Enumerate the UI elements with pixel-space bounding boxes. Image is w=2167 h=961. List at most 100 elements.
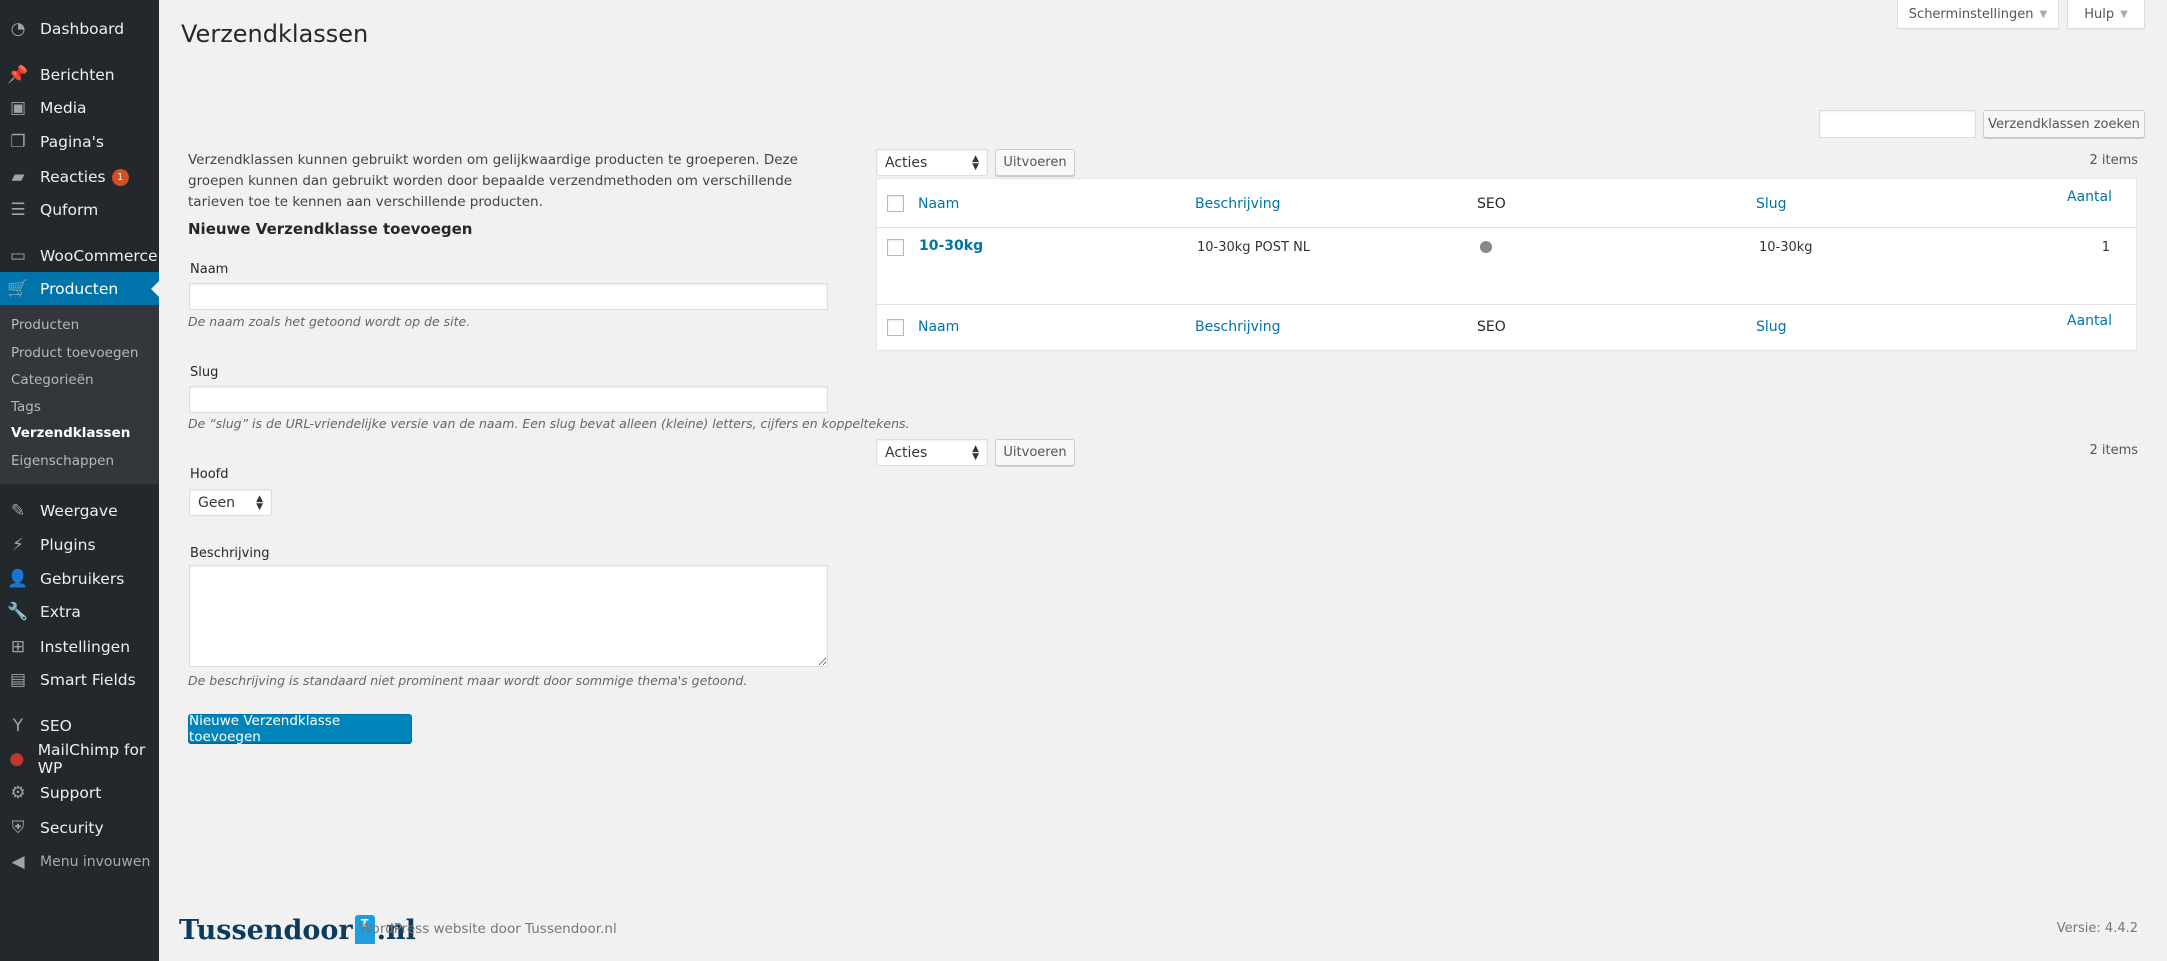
select-arrows-icon: ▲ ▼ [972,443,979,462]
submenu-item-product-toevoegen[interactable]: Product toevoegen [11,345,138,361]
cart-icon: 🛒 [7,278,29,299]
form-heading: Nieuwe Verzendklasse toevoegen [188,220,473,238]
row-description: 10-30kg POST NL [1197,240,1311,255]
sidebar-item-label: Gebruikers [40,570,125,588]
sidebar-item-smart-fields[interactable]: ▤ Smart Fields [0,663,159,697]
sidebar-item-quform[interactable]: ☰ Quform [0,193,159,227]
apply-button-top[interactable]: Uitvoeren [995,149,1075,176]
submenu-item-tags[interactable]: Tags [11,399,41,415]
slug-input[interactable] [189,386,828,413]
search-input[interactable] [1819,110,1976,138]
page-title: Verzendklassen [181,20,369,48]
sidebar-item-plugins[interactable]: ⚡ Plugins [0,528,159,562]
submenu-item-eigenschappen[interactable]: Eigenschappen [11,453,114,469]
sidebar-item-label: WooCommerce [40,247,158,265]
collapse-arrow-icon: ◀ [11,852,25,872]
collapse-menu-button[interactable]: ◀ Menu invouwen [0,845,159,879]
submenu-item-producten[interactable]: Producten [11,317,79,333]
screen-options-button[interactable]: Scherminstellingen ▼ [1897,0,2059,29]
apply-button-bottom[interactable]: Uitvoeren [995,439,1075,466]
sidebar-item-berichten[interactable]: 📌 Berichten [0,58,159,92]
plug-icon: ⚡ [12,535,24,555]
sidebar-item-label: SEO [40,717,72,735]
sidebar-item-gebruikers[interactable]: 👤 Gebruikers [0,562,159,596]
help-button[interactable]: Hulp ▼ [2067,0,2145,29]
select-all-checkbox[interactable] [887,195,904,212]
shield-icon: ⛨ [11,818,25,838]
sidebar-item-media[interactable]: ▣ Media [0,91,159,125]
sidebar-item-producten[interactable]: 🛒 Producten [0,272,159,305]
sidebar-item-pagina-s[interactable]: ❐ Pagina's [0,125,159,159]
sidebar-item-mailchimp-for-wp[interactable]: ● MailChimp for WP [0,741,159,777]
footer-credit[interactable]: WordPress website door Tussendoor.nl [359,921,617,937]
sidebar-item-label: Producten [40,279,119,298]
media-icon: ▣ [9,98,27,118]
description-label: Beschrijving [190,546,270,561]
sidebar-item-label: Reacties [40,168,106,186]
sidebar-item-label: Media [40,99,87,117]
sidebar-item-security[interactable]: ⛨ Security [0,811,159,845]
sidebar-item-label: Security [40,819,104,837]
caret-down-icon: ▼ [2120,8,2128,20]
sidebar-item-woocommerce[interactable]: ▭ WooCommerce [0,239,159,273]
sidebar-item-instellingen[interactable]: ⊞ Instellingen [0,630,159,664]
sidebar-item-label: MailChimp for WP [37,741,146,777]
row-name-link[interactable]: 10-30kg [919,238,983,254]
sidebar-item-extra[interactable]: 🔧 Extra [0,595,159,629]
row-count[interactable]: 1 [2102,240,2110,255]
column-slug[interactable]: Slug [1756,196,1787,212]
shipping-classes-table: Naam Beschrijving SEO Slug Aantal 10-30k… [876,178,2137,351]
wrench-icon: 🔧 [7,602,29,622]
select-all-checkbox-bottom[interactable] [887,319,904,336]
admin-sidebar: ◔ Dashboard 📌 Berichten ▣ Media ❐ Pagina's ▰ Reac… [0,0,159,961]
logo-text: Tussendoor [179,915,353,946]
sidebar-item-label: Berichten [40,66,115,84]
column-aantal-bottom[interactable]: Aantal [2067,313,2112,329]
parent-select[interactable]: Geen ▲ ▼ [189,489,272,516]
brush-icon: ✎ [10,501,26,521]
sidebar-item-weergave[interactable]: ✎ Weergave [0,494,159,528]
add-shipping-class-button[interactable]: Nieuwe Verzendklasse toevoegen [188,713,412,745]
comment-icon: ▰ [11,167,25,187]
sidebar-item-label: Weergave [40,502,118,520]
woo-icon: ▭ [9,246,27,266]
sidebar-item-label: Instellingen [40,638,131,656]
sidebar-item-label: Extra [40,603,81,621]
intro-text: Verzendklassen kunnen gebruikt worden om… [188,152,798,210]
yoast-icon: Y [12,716,24,736]
settings-icon: ⊞ [10,637,26,657]
bulk-action-select-bottom[interactable]: Acties ▲ ▼ [876,439,988,466]
sidebar-item-label: Pagina's [40,133,104,151]
sidebar-item-label: Support [40,784,102,802]
sidebar-item-seo[interactable]: Y SEO [0,709,159,743]
column-naam-bottom[interactable]: Naam [918,319,959,335]
slug-help: De “slug” is de URL-vriendelijke versie … [188,416,910,431]
row-checkbox[interactable] [887,239,904,256]
sidebar-item-support[interactable]: ⚙ Support [0,776,159,810]
sidebar-item-label: Smart Fields [40,671,136,689]
form-icon: ☰ [10,200,26,220]
column-beschrijving-bottom[interactable]: Beschrijving [1195,319,1281,335]
column-naam[interactable]: Naam [918,196,959,212]
sidebar-item-dashboard[interactable]: ◔ Dashboard [0,12,159,46]
submenu-item-verzendklassen[interactable]: Verzendklassen [11,425,130,441]
table-header: Naam Beschrijving SEO Slug Aantal [877,179,2136,228]
column-slug-bottom[interactable]: Slug [1756,319,1787,335]
submenu-item-categorie-n[interactable]: Categorieën [11,372,94,388]
gear-icon: ⚙ [10,783,26,803]
footer-version: Versie: 4.4.2 [2056,921,2138,936]
bulk-action-value: Acties [885,444,928,461]
user-icon: 👤 [7,569,29,589]
collapse-label: Menu invouwen [40,854,151,870]
sidebar-item-reacties[interactable]: ▰ Reacties 1 [0,160,159,194]
screen-options-label: Scherminstellingen [1908,6,2034,22]
bulk-action-select-top[interactable]: Acties ▲ ▼ [876,149,988,176]
description-textarea[interactable] [189,565,828,667]
select-arrows-icon: ▲ ▼ [256,493,263,512]
column-beschrijving[interactable]: Beschrijving [1195,196,1281,212]
search-button[interactable]: Verzendklassen zoeken [1983,110,2145,138]
column-aantal[interactable]: Aantal [2067,189,2112,205]
name-input[interactable] [189,283,828,310]
parent-value: Geen [198,494,235,511]
items-count-bottom: 2 items [2089,443,2138,458]
